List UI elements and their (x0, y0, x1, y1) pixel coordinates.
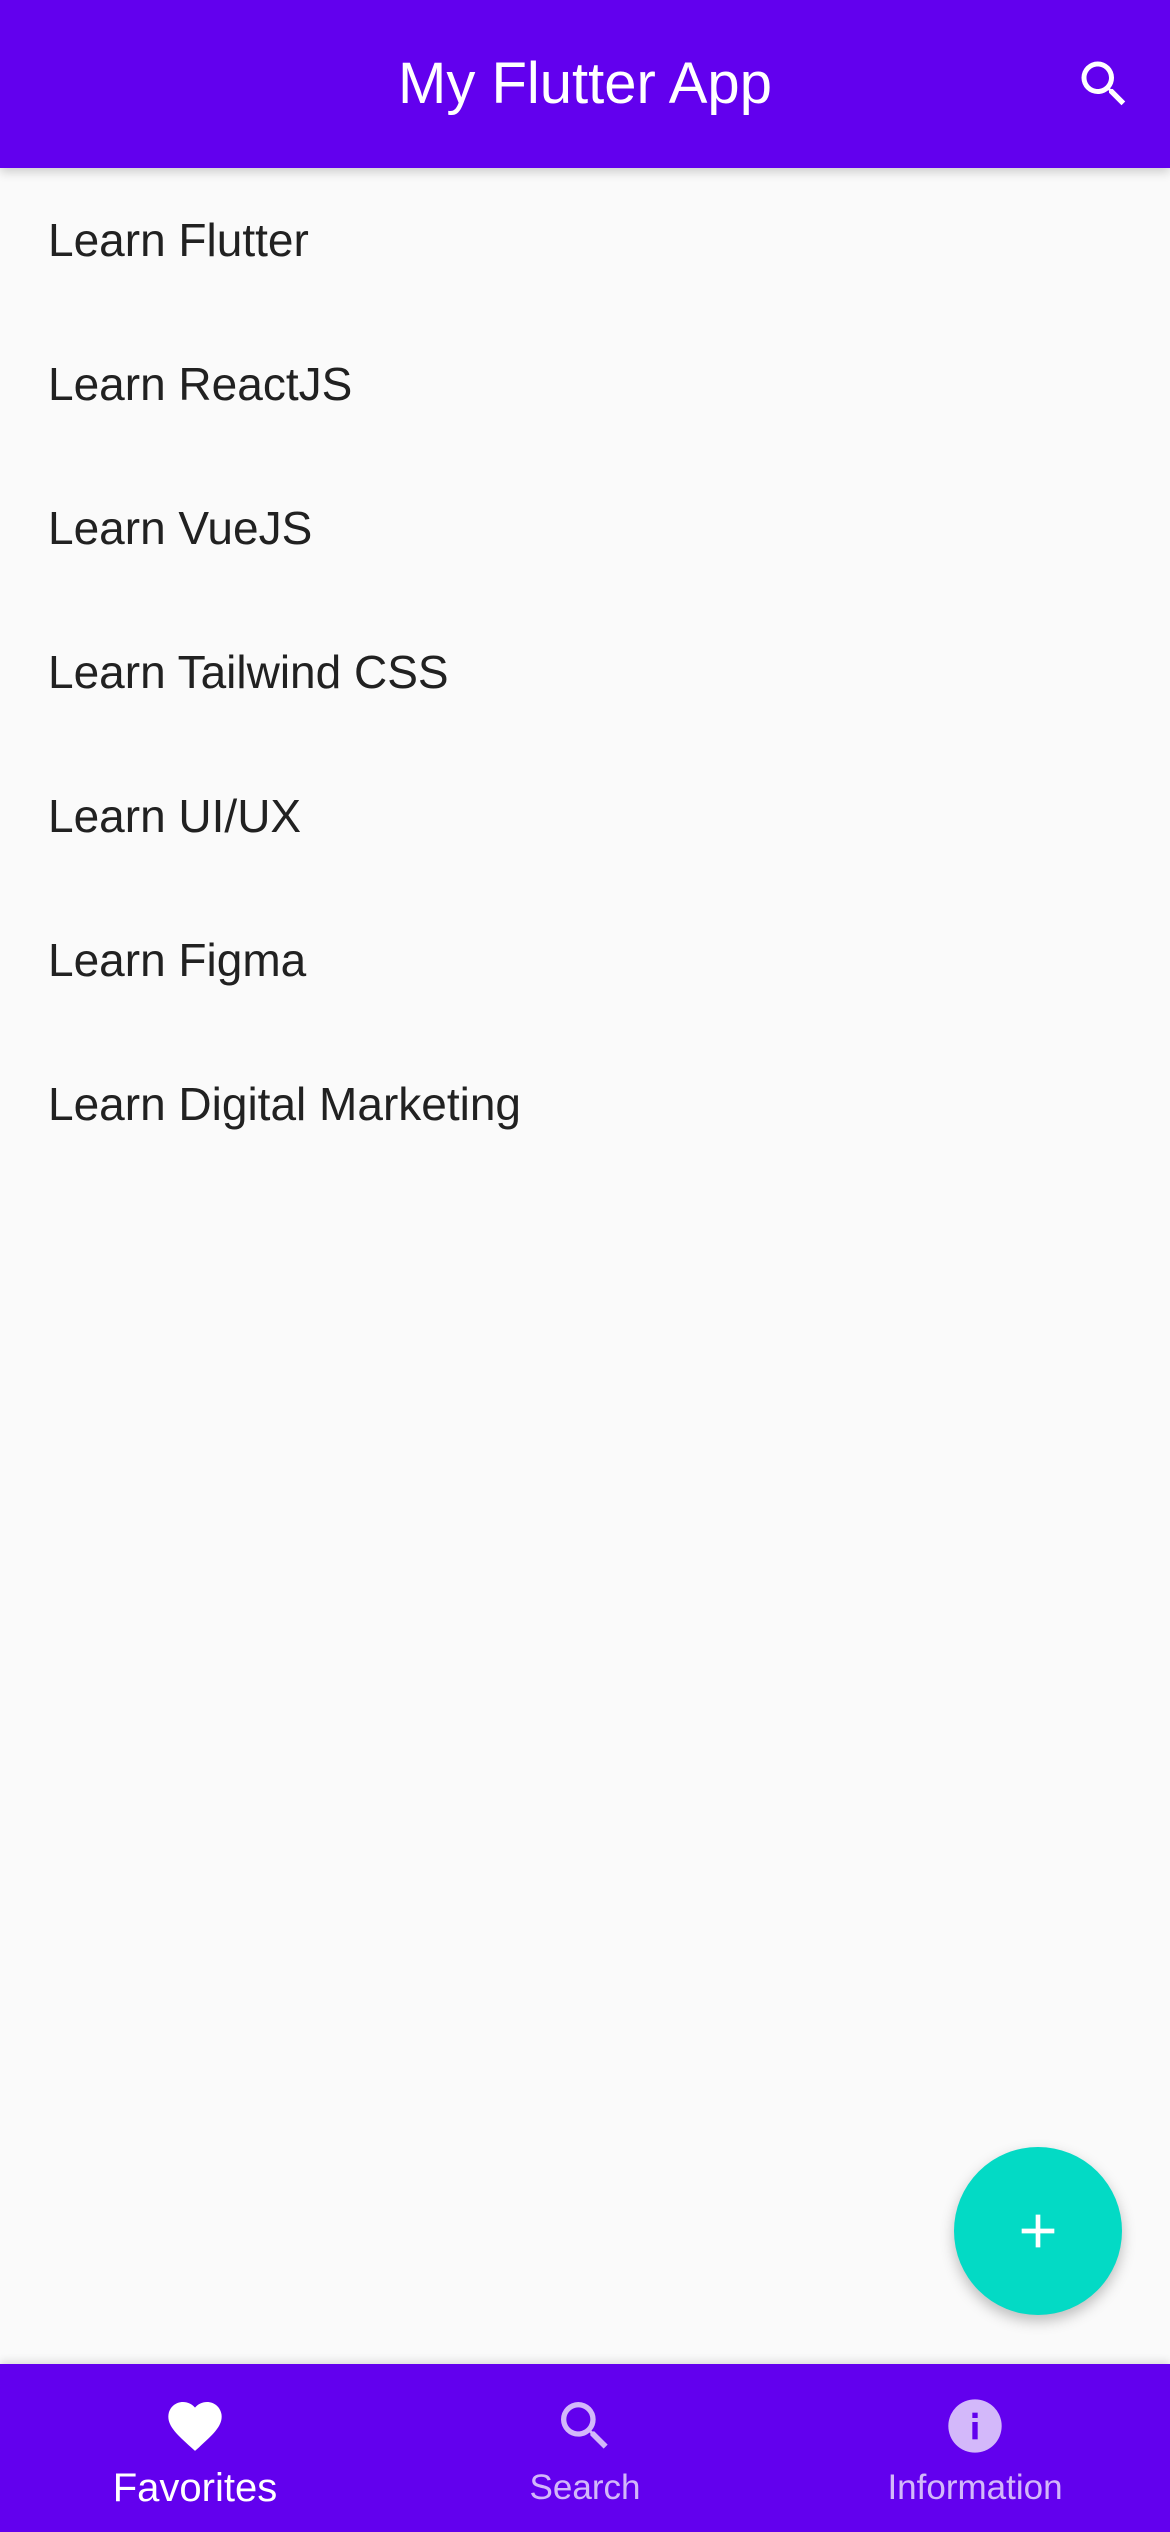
nav-item-information[interactable]: Information (780, 2364, 1170, 2532)
nav-label: Search (529, 2468, 641, 2507)
app-bar: My Flutter App (0, 0, 1170, 168)
list-item-label: Learn Digital Marketing (48, 1078, 522, 1130)
list-item[interactable]: Learn ReactJS (0, 312, 1170, 456)
list-item[interactable]: Learn Flutter (0, 168, 1170, 312)
list-item[interactable]: Learn UI/UX (0, 744, 1170, 888)
list-item-label: Learn Figma (48, 934, 307, 986)
search-icon (1081, 61, 1126, 106)
search-icon (553, 2394, 617, 2458)
list-item[interactable]: Learn Figma (0, 888, 1170, 1032)
search-button[interactable] (1062, 42, 1146, 126)
nav-label: Information (887, 2468, 1063, 2507)
list-item-label: Learn UI/UX (48, 790, 302, 842)
plus-icon (1021, 2214, 1055, 2248)
add-button[interactable] (954, 2147, 1122, 2315)
list-item[interactable]: Learn Digital Marketing (0, 1032, 1170, 1176)
list-item-label: Learn VueJS (48, 502, 313, 554)
heart-icon (163, 2394, 227, 2458)
nav-label: Favorites (112, 2466, 278, 2510)
info-icon (943, 2394, 1007, 2458)
app-title: My Flutter App (398, 51, 772, 116)
nav-item-favorites[interactable]: Favorites (0, 2364, 390, 2532)
nav-item-search[interactable]: Search (390, 2364, 780, 2532)
list-item-label: Learn Flutter (48, 214, 309, 266)
course-list: Learn Flutter Learn ReactJS Learn VueJS … (0, 168, 1170, 1176)
list-item[interactable]: Learn VueJS (0, 456, 1170, 600)
list-item[interactable]: Learn Tailwind CSS (0, 600, 1170, 744)
bottom-navigation: Favorites Search Information (0, 2364, 1170, 2532)
list-item-label: Learn Tailwind CSS (48, 646, 449, 698)
list-item-label: Learn ReactJS (48, 358, 353, 410)
